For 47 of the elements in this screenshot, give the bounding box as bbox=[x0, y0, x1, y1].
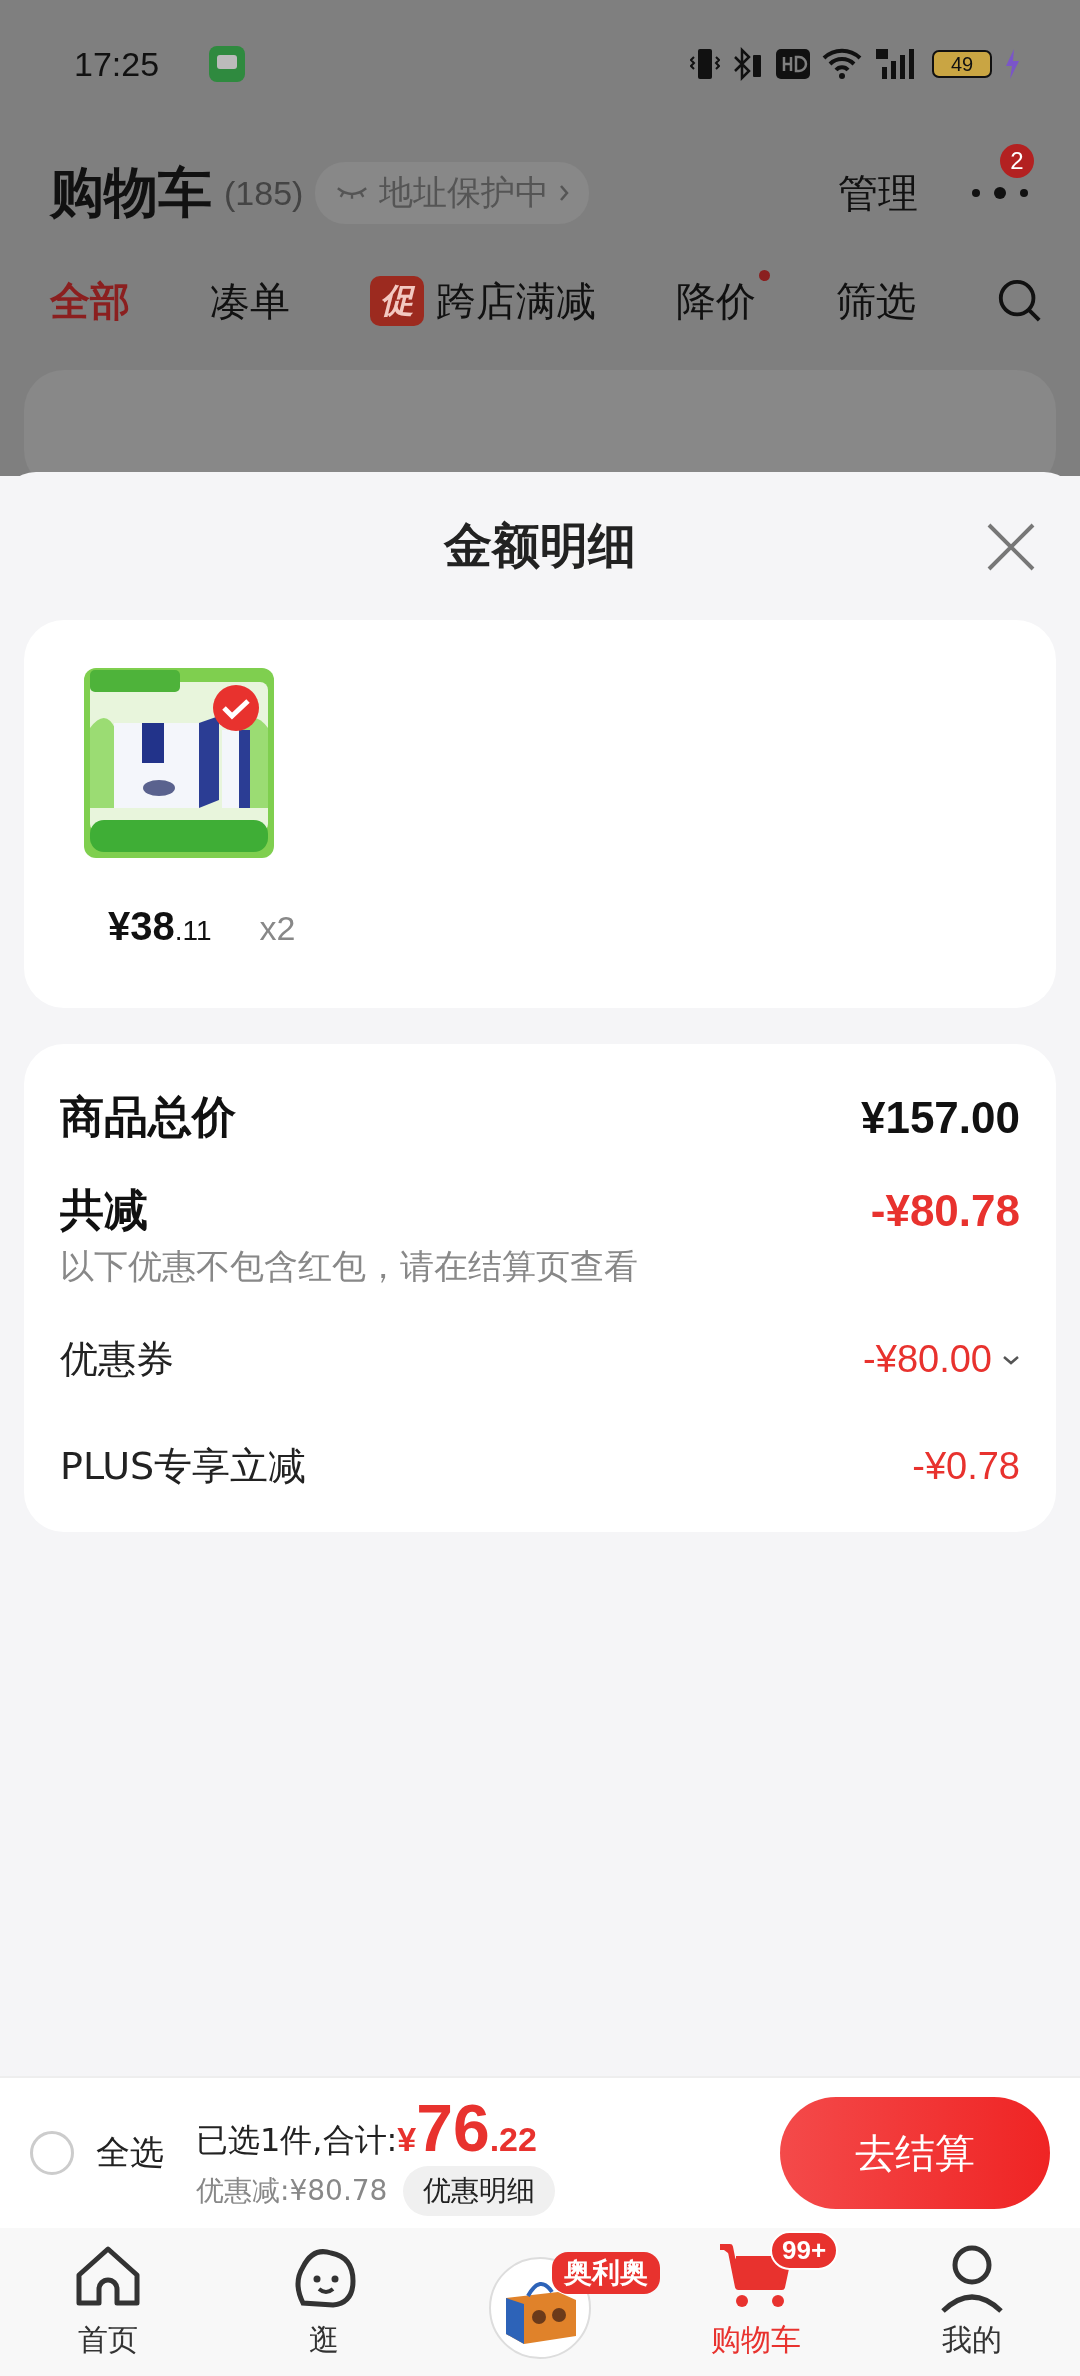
bluetooth-icon bbox=[732, 47, 764, 81]
reduction-amount: -¥80.78 bbox=[870, 1185, 1020, 1236]
selection-summary: 已选1件,合计: bbox=[196, 2120, 398, 2161]
wifi-icon bbox=[822, 48, 862, 80]
discount-label: 优惠券 bbox=[60, 1336, 174, 1383]
status-time: 17:25 bbox=[74, 44, 160, 84]
filter-tab[interactable]: 降价 bbox=[676, 273, 756, 329]
discount-amount: -¥80.00 bbox=[863, 1338, 992, 1381]
select-all-label: 全选 bbox=[96, 2131, 164, 2174]
nav-label[interactable]: 逛 bbox=[309, 2320, 339, 2361]
message-icon bbox=[209, 46, 246, 82]
more-icon[interactable] bbox=[970, 186, 1030, 200]
charging-icon bbox=[1004, 49, 1020, 79]
filter-tab[interactable]: 筛选 bbox=[836, 273, 916, 329]
total-price: ¥157.00 bbox=[860, 1092, 1020, 1143]
promo-tag: 促 bbox=[370, 276, 424, 326]
manage-button[interactable]: 管理 bbox=[838, 165, 918, 221]
checkout-button[interactable]: 去结算 bbox=[780, 2097, 1050, 2209]
page-title: 购物车 bbox=[50, 159, 212, 226]
promo-badge: 奥利奥 bbox=[552, 2252, 660, 2294]
close-icon[interactable] bbox=[986, 522, 1036, 572]
reduction-note: 以下优惠不包含红包，请在结算页查看 bbox=[60, 1245, 639, 1288]
nav-label[interactable]: 购物车 bbox=[711, 2320, 801, 2361]
quantity: x2 bbox=[259, 909, 296, 948]
discount-label: PLUS专享立减 bbox=[60, 1443, 307, 1490]
hd-icon bbox=[776, 49, 810, 79]
sheet-title: 金额明细 bbox=[444, 516, 636, 575]
unit-price: ¥38.11 bbox=[108, 904, 212, 949]
discount-detail-button[interactable]: 优惠明细 bbox=[403, 2166, 556, 2216]
total-label: 商品总价 bbox=[60, 1090, 236, 1144]
discount-text: 优惠减:¥80.78 bbox=[196, 2173, 388, 2209]
tab-label: 跨店满减 bbox=[436, 276, 596, 326]
cart-count: (185) bbox=[224, 173, 304, 213]
chevron-down-icon[interactable] bbox=[1002, 1354, 1020, 1365]
battery-icon: 49 bbox=[932, 50, 992, 78]
filter-tab[interactable]: 促 跨店满减 bbox=[370, 273, 596, 329]
reduction-label: 共减 bbox=[60, 1183, 148, 1237]
select-all-checkbox[interactable] bbox=[30, 2131, 74, 2175]
cart-badge: 99+ bbox=[770, 2231, 839, 2270]
vibrate-icon bbox=[690, 47, 720, 81]
nav-label[interactable]: 首页 bbox=[78, 2320, 138, 2361]
total-amount: ¥76.22 bbox=[397, 2090, 537, 2166]
chevron-right-icon bbox=[559, 184, 570, 202]
discount-amount: -¥0.78 bbox=[912, 1445, 1020, 1488]
nav-label[interactable]: 我的 bbox=[942, 2320, 1002, 2361]
filter-tab[interactable]: 凑单 bbox=[210, 273, 290, 329]
notification-badge: 2 bbox=[1000, 144, 1034, 178]
